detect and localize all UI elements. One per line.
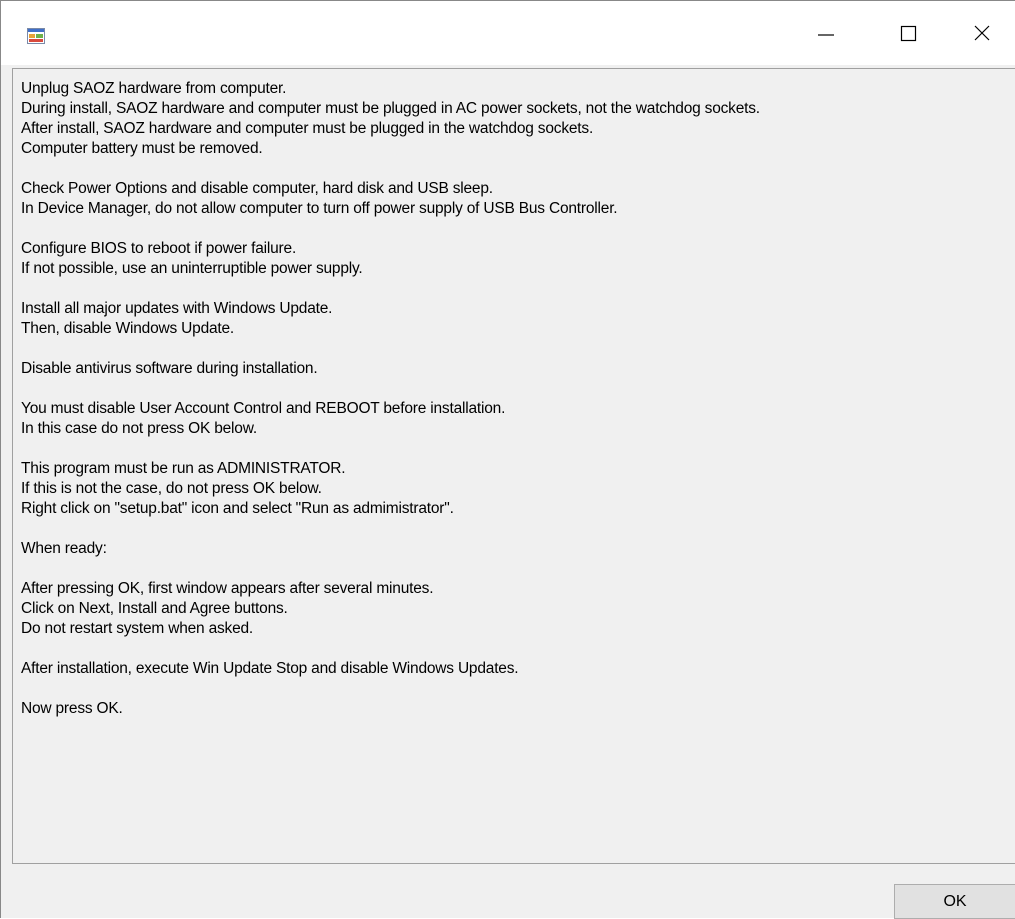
close-icon	[974, 25, 990, 41]
instruction-line: Now press OK.	[21, 700, 123, 717]
instruction-line: You must disable User Account Control an…	[21, 400, 506, 417]
minimize-icon	[818, 34, 834, 36]
instruction-line: During install, SAOZ hardware and comput…	[21, 100, 760, 117]
instruction-line: After install, SAOZ hardware and compute…	[21, 120, 594, 137]
maximize-button[interactable]	[867, 1, 949, 65]
windows-form-icon	[27, 28, 45, 44]
instruction-line: If this is not the case, do not press OK…	[21, 480, 322, 497]
instruction-line: After installation, execute Win Update S…	[21, 660, 519, 677]
title-bar[interactable]	[1, 1, 1015, 65]
installer-window: Unplug SAOZ hardware from computer. Durin…	[0, 0, 1015, 919]
instruction-line: After pressing OK, first window appears …	[21, 580, 434, 597]
instruction-line: This program must be run as ADMINISTRATO…	[21, 460, 346, 477]
instruction-line: Configure BIOS to reboot if power failur…	[21, 240, 297, 257]
instruction-line: Install all major updates with Windows U…	[21, 300, 333, 317]
instruction-line: Check Power Options and disable computer…	[21, 180, 493, 197]
minimize-button[interactable]	[785, 1, 867, 65]
close-button[interactable]	[949, 1, 1015, 65]
instruction-line: Disable antivirus software during instal…	[21, 360, 318, 377]
ok-button[interactable]: OK	[894, 884, 1015, 919]
instruction-line: Unplug SAOZ hardware from computer.	[21, 80, 287, 97]
instruction-line: Computer battery must be removed.	[21, 140, 263, 157]
instruction-line: In Device Manager, do not allow computer…	[21, 200, 618, 217]
maximize-icon	[900, 25, 917, 42]
instruction-line: Right click on "setup.bat" icon and sele…	[21, 500, 454, 517]
instruction-line: When ready:	[21, 540, 107, 557]
instructions-textbox[interactable]: Unplug SAOZ hardware from computer. Durin…	[12, 68, 1015, 864]
instruction-line: If not possible, use an uninterruptible …	[21, 260, 363, 277]
instruction-line: Then, disable Windows Update.	[21, 320, 235, 337]
instruction-line: Do not restart system when asked.	[21, 620, 254, 637]
instruction-line: In this case do not press OK below.	[21, 420, 257, 437]
instruction-line: Click on Next, Install and Agree buttons…	[21, 600, 288, 617]
